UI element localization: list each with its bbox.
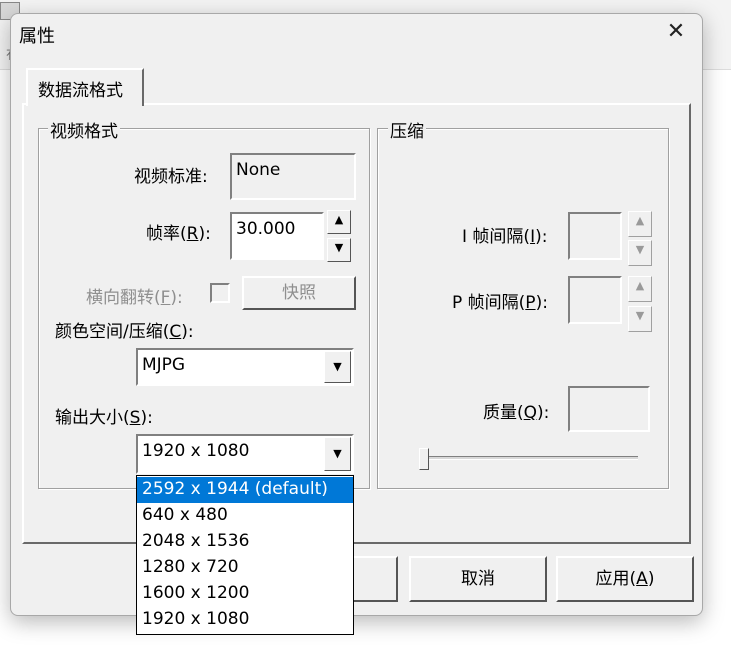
output-size-option[interactable]: 1920 x 1080	[137, 607, 353, 633]
quality-slider-track[interactable]	[424, 456, 638, 460]
p-frame-spin-up-icon[interactable]: ▲	[628, 276, 652, 302]
p-frame-interval-label: P 帧间隔(P):	[452, 293, 548, 313]
output-size-dropdown-list: 2592 x 1944 (default) 640 x 480 2048 x 1…	[136, 475, 354, 635]
colorspace-dropdown-arrow-icon[interactable]: ▼	[324, 351, 351, 383]
tab-label: 数据流格式	[38, 81, 123, 101]
horizontal-flip-label: 横向翻转(F):	[86, 288, 183, 308]
cancel-button[interactable]: 取消	[409, 556, 547, 602]
i-frame-interval-field	[568, 212, 622, 260]
framerate-spin-down-icon[interactable]: ▼	[327, 238, 351, 262]
p-frame-interval-field	[568, 276, 622, 324]
i-frame-interval-label: I 帧间隔(I):	[462, 227, 548, 247]
i-frame-spin-down-icon[interactable]: ▼	[628, 240, 652, 266]
output-size-option[interactable]: 640 x 480	[137, 503, 353, 529]
video-standard-field: None	[230, 153, 356, 200]
quality-field	[568, 386, 650, 432]
i-frame-spin-up-icon[interactable]: ▲	[628, 211, 652, 237]
output-size-option[interactable]: 2592 x 1944 (default)	[137, 477, 353, 503]
output-size-option[interactable]: 1600 x 1200	[137, 581, 353, 607]
quality-label: 质量(Q):	[483, 403, 550, 423]
close-icon[interactable]: ✕	[662, 20, 690, 46]
framerate-spin-up-icon[interactable]: ▲	[327, 210, 351, 234]
output-size-option[interactable]: 2048 x 1536	[137, 529, 353, 555]
horizontal-flip-checkbox[interactable]	[210, 283, 230, 303]
dialog-title: 属性	[19, 26, 55, 47]
tab-stream-format[interactable]: 数据流格式	[26, 68, 144, 106]
framerate-label: 帧率(R):	[146, 224, 211, 244]
video-standard-label: 视频标准:	[134, 167, 208, 187]
output-size-dropdown-arrow-icon[interactable]: ▼	[324, 437, 351, 471]
compression-legend: 压缩	[388, 117, 426, 142]
video-format-legend: 视频格式	[48, 117, 120, 142]
snapshot-button[interactable]: 快照	[242, 276, 356, 310]
colorspace-combobox[interactable]: MJPG	[136, 348, 354, 386]
output-size-label: 输出大小(S):	[55, 408, 153, 428]
framerate-input[interactable]: 30.000	[230, 212, 324, 260]
apply-button[interactable]: 应用(A)	[556, 556, 694, 602]
p-frame-spin-down-icon[interactable]: ▼	[628, 306, 652, 332]
colorspace-label: 颜色空间/压缩(C):	[55, 322, 194, 342]
quality-slider-thumb[interactable]	[419, 448, 429, 470]
output-size-option[interactable]: 1280 x 720	[137, 555, 353, 581]
output-size-combobox[interactable]: 1920 x 1080	[136, 434, 354, 474]
